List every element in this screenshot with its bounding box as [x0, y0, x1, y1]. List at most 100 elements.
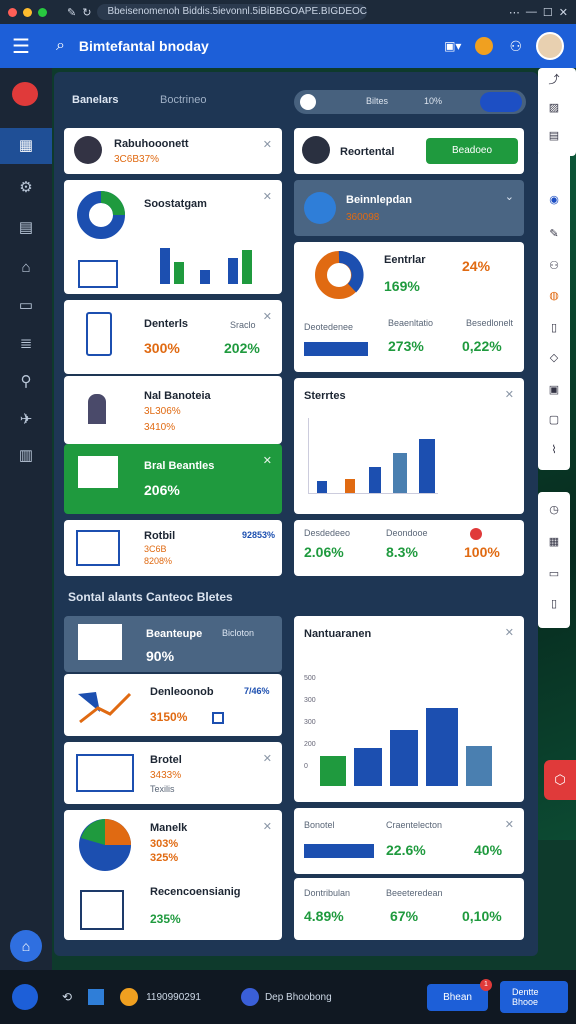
card-c4[interactable]: Nal Banoteia 3L306% 3410% — [64, 376, 282, 444]
tab-left[interactable]: Banelars — [72, 94, 118, 106]
close-icon[interactable]: ✕ — [505, 818, 514, 831]
image-icon[interactable]: ▨ — [546, 100, 562, 116]
globe-icon[interactable]: ◍ — [546, 288, 562, 304]
doc-icon[interactable]: ▤ — [546, 128, 562, 144]
start-icon[interactable] — [12, 984, 38, 1010]
card-title: Denleoonob — [150, 686, 214, 698]
pin-nav-icon[interactable]: ✈ — [16, 410, 36, 430]
segment-active[interactable] — [480, 92, 522, 112]
value-1: 24% — [462, 258, 491, 274]
value-2: 3410% — [144, 422, 176, 433]
taskbar-button-2[interactable]: Dentte Bhooe — [500, 981, 568, 1013]
maximize-dot[interactable] — [38, 7, 47, 17]
pin-icon[interactable]: ✎ — [67, 6, 76, 19]
close-dot[interactable] — [8, 7, 17, 17]
user-icon[interactable]: ⚇ — [546, 258, 562, 274]
close-icon[interactable]: ✕ — [505, 626, 514, 639]
action-button[interactable]: Beadoeo — [426, 138, 518, 164]
minimize-icon[interactable]: — — [526, 6, 537, 18]
close-icon[interactable]: ✕ — [263, 190, 272, 203]
more-icon[interactable]: ⋯ — [509, 6, 520, 19]
card-b1[interactable]: Nantuaranen ✕ 500 300 300 200 0 — [294, 616, 524, 802]
search-icon[interactable]: ⌕ — [56, 37, 65, 55]
close-icon[interactable]: ✕ — [263, 752, 272, 765]
record-icon[interactable]: ◉ — [546, 192, 562, 208]
book-icon[interactable]: ▯ — [546, 320, 562, 336]
card-r3[interactable]: Eentrlar 24% 169% Deotedenee Beaenltatio… — [294, 242, 524, 372]
link-icon[interactable]: ⚲ — [16, 372, 36, 392]
document-icon[interactable]: ≣ — [16, 334, 36, 354]
card-b2[interactable]: Bonotel Craentelecton ✕ 22.6% 40% — [294, 808, 524, 874]
card-r2[interactable]: Beinnlepdan 360098 ⌄ — [294, 180, 524, 236]
card-r5[interactable]: Desdedeeo Deondooe 2.06% 8.3% 100% — [294, 520, 524, 576]
card-a2[interactable]: Denleoonob 7/46% 3150% — [64, 674, 282, 736]
camera-icon[interactable]: ▣ — [546, 382, 562, 398]
notification-icon[interactable] — [475, 37, 494, 55]
grid-icon[interactable]: ▥ — [16, 446, 36, 466]
map-icon[interactable]: ▯ — [546, 596, 562, 612]
edit-icon[interactable]: ✎ — [546, 226, 562, 242]
menu-icon[interactable]: ☰ — [12, 34, 30, 59]
url-bar[interactable]: Bbeisenomenoh Biddis.5ievonnl.5iBiBBGOAP… — [97, 4, 368, 20]
card-b3[interactable]: Dontribulan Beeeteredean 4.89% 67% 0,10% — [294, 878, 524, 940]
card-a3[interactable]: Brotel 3433% Texilis ✕ — [64, 742, 282, 804]
card-sub: Sraclo — [230, 320, 256, 330]
share-icon[interactable]: ⤴ — [546, 72, 562, 88]
close-icon[interactable]: ✕ — [263, 820, 272, 833]
tick: 500 — [304, 675, 316, 682]
close-icon[interactable]: ✕ — [505, 388, 514, 401]
status-bar — [304, 342, 368, 356]
segment-icon[interactable] — [300, 94, 316, 110]
calendar-icon[interactable]: ▤ — [16, 218, 36, 238]
avatar[interactable] — [536, 32, 564, 60]
close-icon[interactable]: ✕ — [263, 310, 272, 323]
clock-icon[interactable]: ◷ — [546, 502, 562, 518]
taskbar-button-1[interactable]: Bhean — [427, 983, 488, 1011]
card-c5[interactable]: Bral Beantles 206% ✕ — [64, 444, 282, 514]
card-c6[interactable]: Rotbil 3C6B 8208% 92853% — [64, 520, 282, 576]
account-icon[interactable]: ⚇ — [509, 38, 522, 55]
chat-icon[interactable]: ▣▾ — [444, 39, 461, 53]
segment-2[interactable]: 10% — [424, 96, 442, 106]
value-1: 206% — [144, 482, 180, 498]
close-icon[interactable]: ✕ — [263, 138, 272, 151]
card-badge: Bicloton — [222, 628, 255, 638]
close-icon[interactable]: ✕ — [559, 6, 568, 19]
home-icon[interactable]: ⌂ — [16, 258, 36, 278]
card-c1[interactable]: Rabuhooonett 3C6B37% ✕ — [64, 128, 282, 174]
value-1: 300% — [144, 340, 180, 356]
section-heading: Sontal alants Canteoc Bletes — [68, 590, 233, 604]
feedback-tab[interactable]: ⬡ — [544, 760, 576, 800]
maximize-icon[interactable]: ☐ — [543, 6, 553, 19]
card-title: Sterrtes — [304, 390, 346, 402]
chevron-down-icon[interactable]: ⌄ — [505, 190, 514, 203]
card-r1[interactable]: Reortental Beadoeo — [294, 128, 524, 174]
refresh-icon[interactable]: ↻ — [82, 6, 91, 19]
right-toolbar-3: ◷ ▦ ▭ ▯ — [538, 492, 570, 628]
browser-app-icon[interactable] — [120, 988, 139, 1006]
back-icon[interactable]: ⟲ — [62, 990, 72, 1004]
tab-right[interactable]: Boctrineo — [160, 94, 206, 106]
calendar-app-icon[interactable] — [88, 989, 105, 1005]
card-a4[interactable]: Manelk 303% 325% ✕ Recencoensianig 235% — [64, 810, 282, 940]
calendar-icon[interactable]: ▦ — [546, 534, 562, 550]
segment-1[interactable]: Biltes — [366, 96, 388, 106]
label-1: Deotedenee — [304, 322, 354, 332]
dashboard-icon[interactable]: ▦ — [16, 136, 36, 156]
minimize-dot[interactable] — [23, 7, 32, 17]
card-a1[interactable]: Beanteupe Bicloton 90% — [64, 616, 282, 672]
tag-icon[interactable]: ◇ — [546, 350, 562, 366]
card-c3[interactable]: Denterls Sraclo 300% 202% ✕ — [64, 300, 282, 374]
card-c2[interactable]: Soostatgam ✕ — [64, 180, 282, 294]
close-icon[interactable]: ✕ — [263, 454, 272, 467]
chat-app-icon[interactable] — [240, 988, 259, 1006]
value-1: 4.89% — [304, 908, 344, 924]
home-fab-icon[interactable]: ⌂ — [10, 930, 42, 962]
note-icon[interactable]: ▢ — [546, 412, 562, 428]
card-icon[interactable]: ▭ — [546, 566, 562, 582]
gear-icon[interactable]: ⚙ — [16, 178, 36, 198]
monitor-icon[interactable]: ▭ — [16, 296, 36, 316]
clip-icon[interactable]: ⌇ — [546, 442, 562, 458]
checkbox[interactable] — [212, 712, 224, 724]
card-r4[interactable]: Sterrtes ✕ — [294, 378, 524, 514]
